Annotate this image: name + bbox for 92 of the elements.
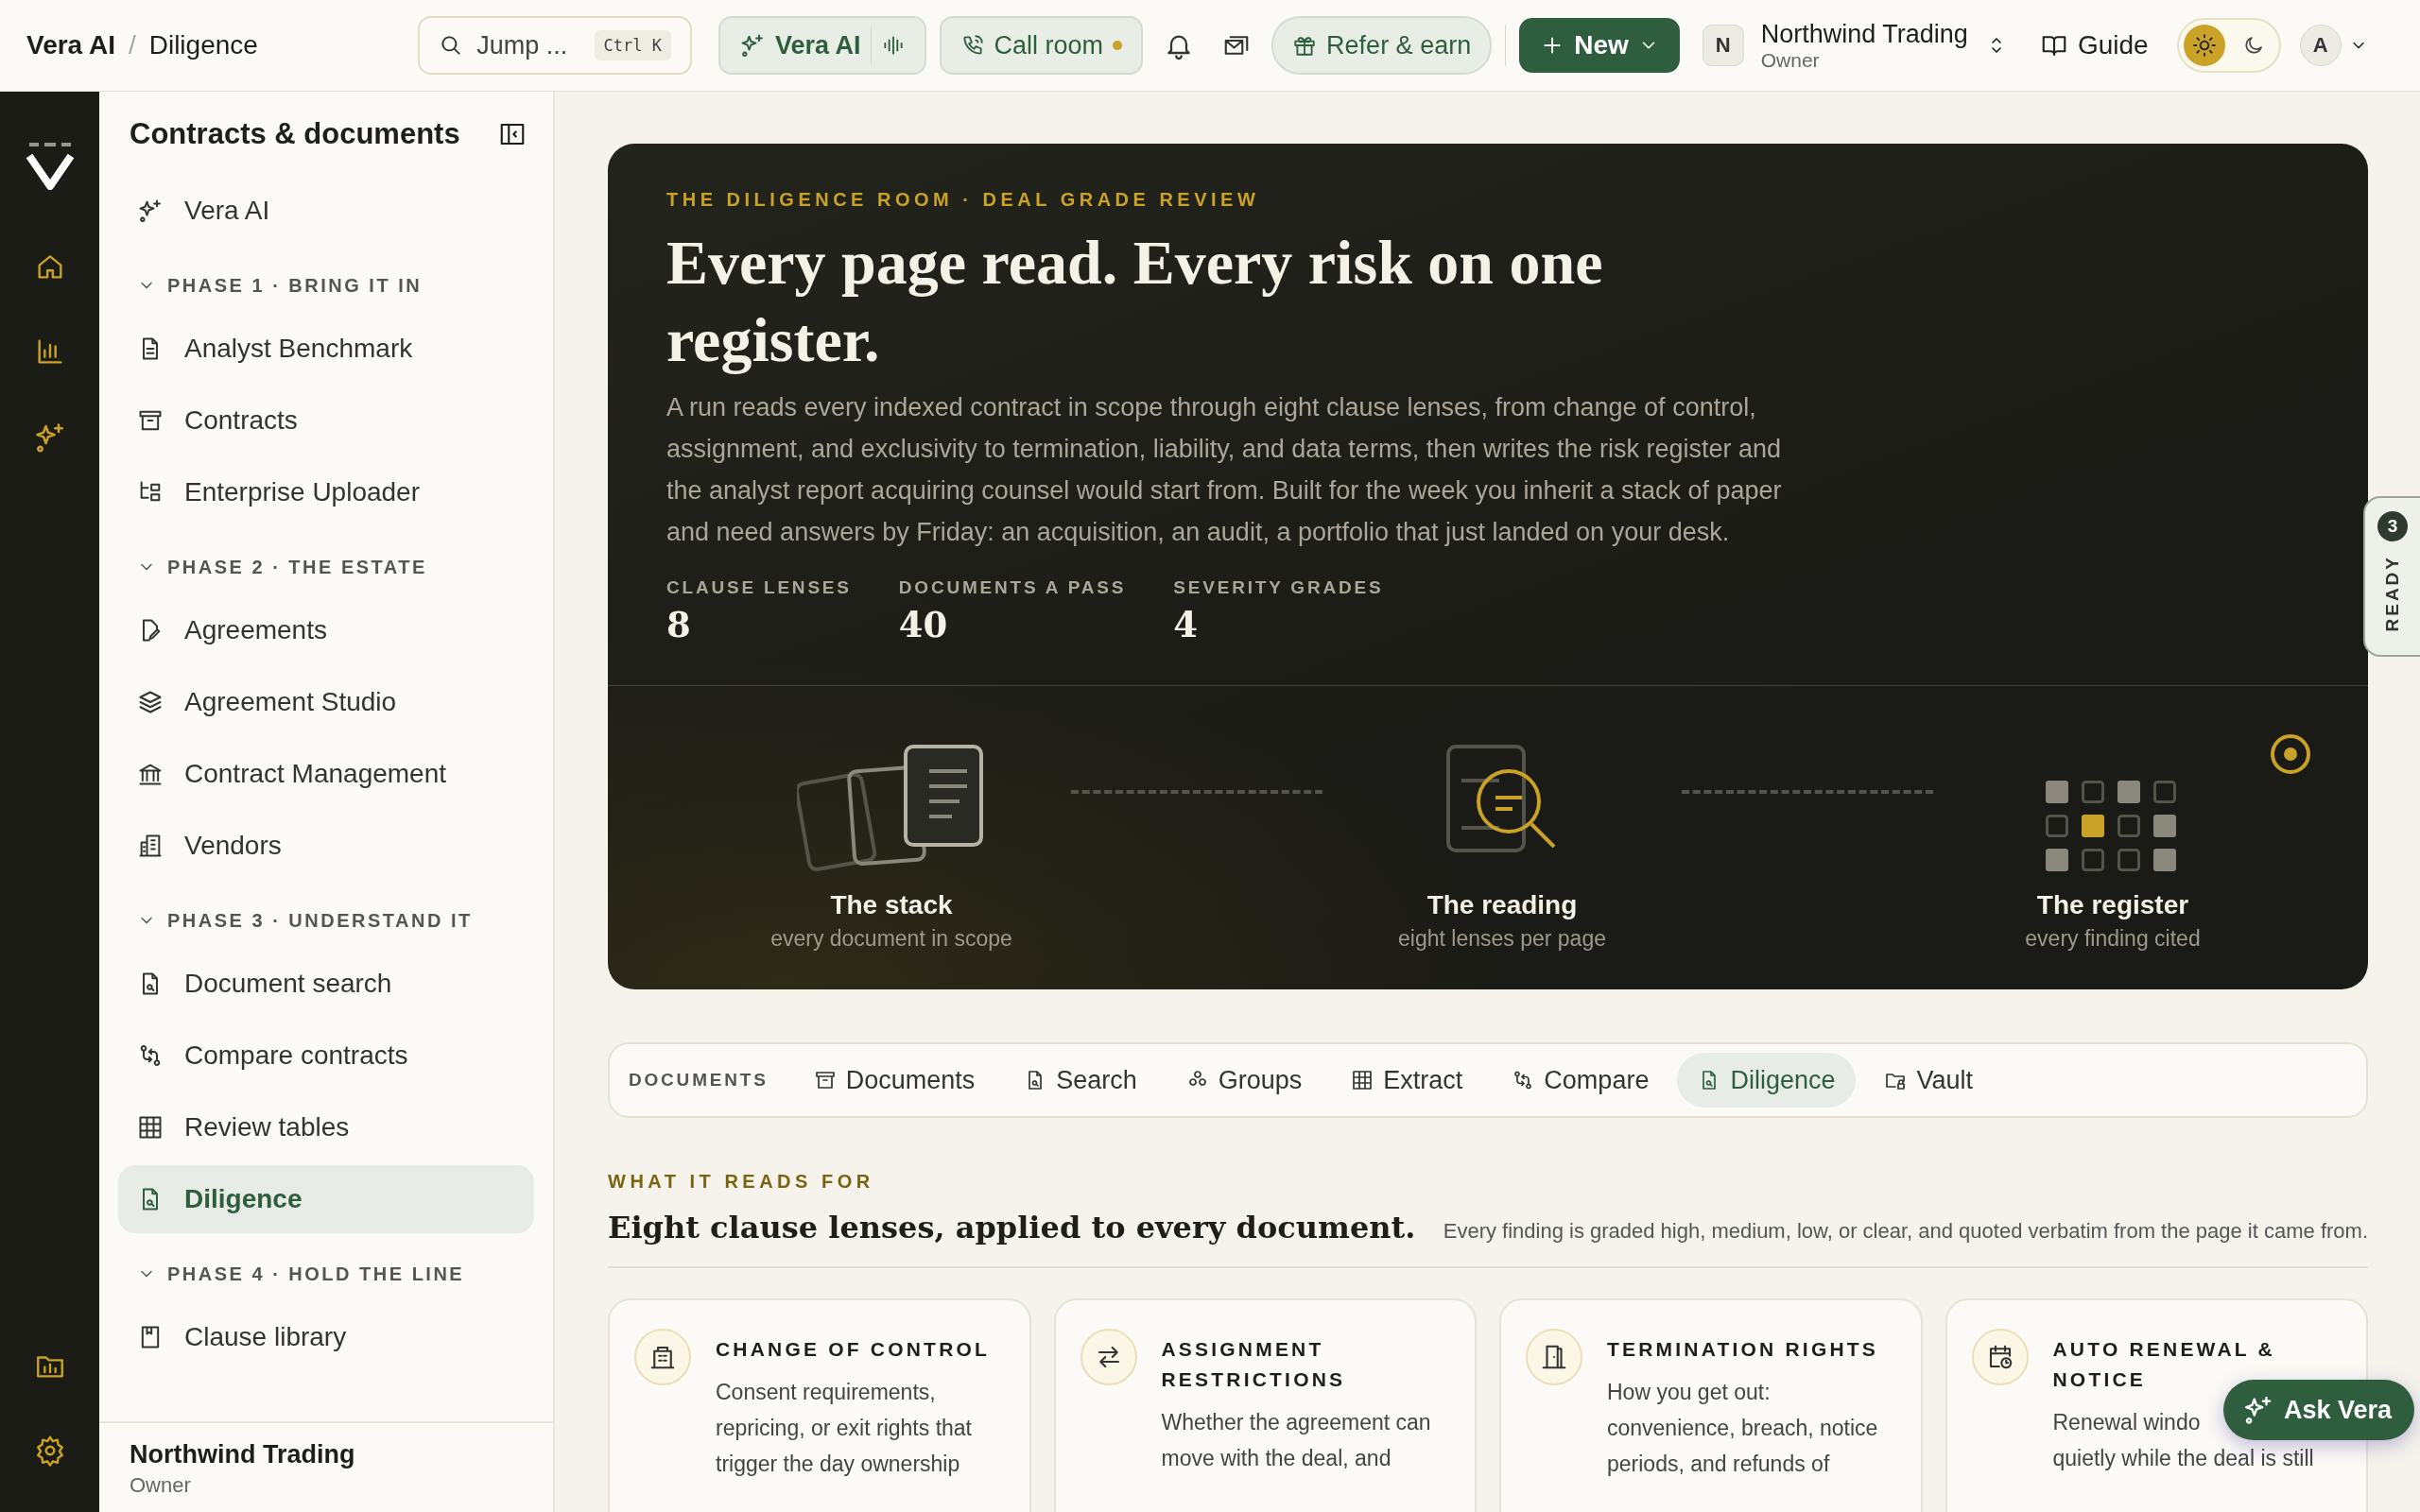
stat-label: CLAUSE LENSES: [666, 577, 852, 598]
sidebar-item[interactable]: Clause library: [118, 1303, 534, 1371]
refer-button[interactable]: Refer & earn: [1271, 16, 1493, 75]
theme-toggle[interactable]: [2176, 18, 2281, 73]
section-eyebrow: WHAT IT READS FOR: [608, 1171, 875, 1193]
card-title: CHANGE OF CONTROL: [716, 1337, 991, 1362]
tab[interactable]: Compare: [1491, 1053, 1670, 1108]
hero-title: Every page read. Every risk on one register.: [666, 227, 1604, 376]
card-text: convenience, breach, notice: [1607, 1415, 1878, 1442]
sidebar-item[interactable]: Document search: [118, 950, 534, 1018]
step-subtitle: every document in scope: [770, 926, 1012, 952]
stat-label: SEVERITY GRADES: [1173, 577, 1384, 598]
step-title: The stack: [830, 890, 953, 920]
sidebar-title: Contracts & documents: [130, 117, 460, 151]
ask-vera-button[interactable]: Ask Vera: [2222, 1380, 2414, 1440]
card-text: periods, and refunds of: [1607, 1451, 1830, 1478]
sidebar-item[interactable]: Compare contracts: [118, 1022, 534, 1090]
breadcrumb-separator: /: [128, 30, 136, 60]
call-room-button[interactable]: Call room: [939, 16, 1144, 75]
stat-value: 8: [666, 604, 692, 645]
breadcrumb-current: Diligence: [148, 30, 258, 60]
tab[interactable]: Search: [1003, 1053, 1158, 1108]
card-text: quietly while the deal is still: [2052, 1445, 2314, 1472]
card-title: TERMINATION RIGHTS: [1607, 1337, 1879, 1362]
sidebar-item[interactable]: Analyst Benchmark: [118, 315, 534, 383]
sun-icon: [2191, 33, 2217, 58]
guide-button[interactable]: Guide: [2033, 29, 2154, 61]
search-icon: [439, 33, 463, 58]
org-role: Owner: [1760, 48, 1821, 72]
sidebar-item[interactable]: Enterprise Uploader: [118, 458, 534, 526]
card-text: repricing, or exit rights that: [716, 1415, 972, 1442]
hero-eyebrow: THE DILIGENCE ROOM · DEAL GRADE REVIEW: [666, 189, 1261, 211]
vera-ai-button[interactable]: Vera AI: [718, 16, 926, 75]
door-icon: [1540, 1343, 1568, 1371]
archive-icon: [813, 1069, 837, 1091]
breadcrumb-link[interactable]: Vera AI: [26, 30, 115, 60]
card-text: Whether the agreement can: [1161, 1409, 1431, 1436]
sidebar-item[interactable]: Contract Management: [118, 740, 534, 808]
sidebar-item[interactable]: Contracts: [118, 387, 534, 455]
tab[interactable]: Vault: [1863, 1053, 1994, 1108]
org-role: Owner: [130, 1473, 192, 1498]
card-text: How you get out:: [1607, 1379, 1771, 1406]
sidebar-item[interactable]: Review tables: [118, 1093, 534, 1161]
account-avatar[interactable]: A: [2299, 25, 2342, 66]
search-field[interactable]: Jump ...: [475, 29, 583, 61]
layers-icon: [137, 689, 164, 715]
logo-icon[interactable]: [25, 141, 75, 190]
vera-ai-label: Vera AI: [775, 30, 861, 60]
section-header[interactable]: PHASE 2 · THE ESTATE: [118, 530, 534, 596]
section-header[interactable]: PHASE 3 · UNDERSTAND IT: [118, 884, 534, 950]
org-avatar: N: [1702, 25, 1744, 66]
section-note: Every finding is graded high, medium, low, or clear, and quoted verbatim from the page it came from.: [1443, 1219, 2368, 1244]
building-icon: [137, 833, 164, 859]
target-icon: [2270, 733, 2311, 775]
tab-bar-label: DOCUMENTS: [629, 1070, 769, 1091]
section-header[interactable]: PHASE 1 · BRING IT IN: [118, 249, 534, 315]
sparkle-icon: [739, 32, 766, 59]
new-button[interactable]: New: [1519, 18, 1680, 73]
sidebar-item[interactable]: Agreements: [118, 596, 534, 664]
sidebar-item[interactable]: Agreement Studio: [118, 668, 534, 736]
grid-icon: [137, 1114, 164, 1141]
section-header[interactable]: PHASE 4 · HOLD THE LINE: [118, 1237, 534, 1303]
card-title: ASSIGNMENT RESTRICTIONS: [1161, 1337, 1347, 1392]
keyboard-shortcut: Ctrl K: [594, 30, 671, 60]
stat-value: 40: [898, 604, 949, 645]
hero-description: A run reads every indexed contract in scope through eight clause lenses, from change of control, assignment, and exclusivity to termination, liability, and data terms, then writes the risk register and the analyst report acquiring counsel would start from. Built for the week you inherit a stack of paper and need answers by Friday: an acquisition, an audit, a portfolio that just landed on your desk.: [666, 392, 1782, 548]
stat-label: DOCUMENTS A PASS: [898, 577, 1127, 598]
card-text: move with the deal, and: [1161, 1445, 1392, 1472]
org-name[interactable]: Northwind Trading: [1760, 19, 1968, 49]
sidebar-item[interactable]: Vendors: [118, 812, 534, 880]
section-title: Eight clause lenses, applied to every document.: [608, 1210, 1416, 1246]
card-text: trigger the day ownership: [716, 1451, 960, 1478]
ready-label: READY: [2382, 555, 2403, 632]
tab[interactable]: Diligence: [1677, 1053, 1857, 1108]
step-subtitle: every finding cited: [2025, 926, 2201, 952]
step-title: The register: [2036, 890, 2189, 920]
grid-icon: [1351, 1069, 1374, 1091]
card-text: Renewal windo: [2052, 1409, 2201, 1436]
stat-value: 4: [1173, 604, 1199, 645]
tab[interactable]: Groups: [1165, 1053, 1323, 1108]
sidebar-item[interactable]: Vera AI: [118, 177, 534, 245]
tab[interactable]: Documents: [792, 1053, 996, 1108]
ready-tab[interactable]: 3 READY: [2363, 496, 2420, 657]
step-title: The reading: [1426, 890, 1578, 920]
org-name: Northwind Trading: [130, 1440, 356, 1469]
card-text: Consent requirements,: [716, 1379, 936, 1406]
sidebar-item[interactable]: Diligence: [118, 1165, 534, 1233]
count-badge: 3: [2377, 511, 2408, 541]
step-subtitle: eight lenses per page: [1398, 926, 1606, 952]
tab[interactable]: Extract: [1330, 1053, 1484, 1108]
light-theme-button[interactable]: [2183, 25, 2225, 66]
sparkle-icon: [137, 198, 164, 224]
